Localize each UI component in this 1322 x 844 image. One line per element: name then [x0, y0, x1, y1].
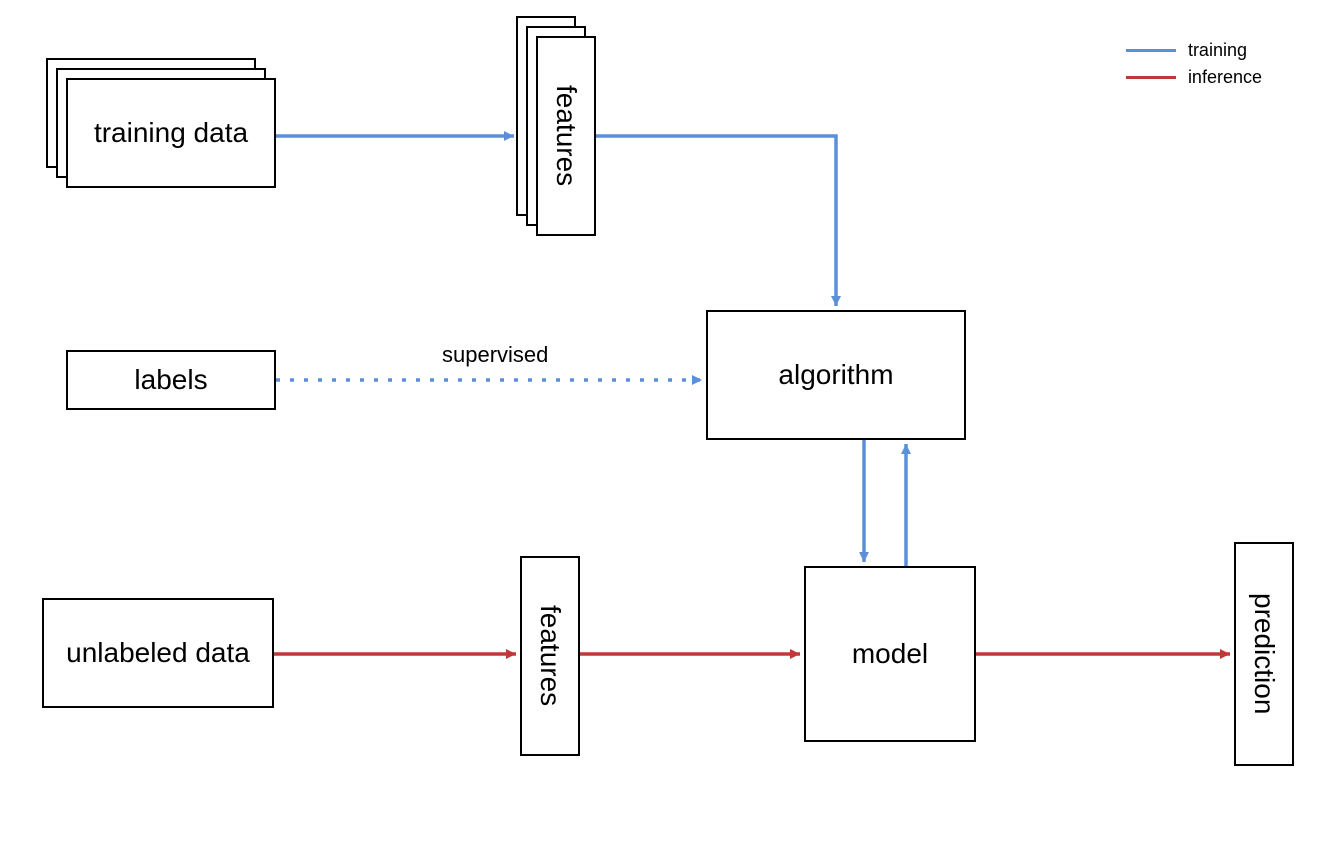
arrow-features-algorithm — [596, 136, 836, 306]
prediction-label: prediction — [1247, 593, 1281, 714]
algorithm-box: algorithm — [706, 310, 966, 440]
legend-row-inference: inference — [1126, 67, 1262, 88]
model-box: model — [804, 566, 976, 742]
legend-line-inference — [1126, 76, 1176, 79]
labels-box: labels — [66, 350, 276, 410]
model-label: model — [852, 637, 928, 671]
features-top-box: features — [536, 36, 596, 236]
labels-label: labels — [134, 363, 207, 397]
legend-label-training: training — [1188, 40, 1247, 61]
training-data-label: training data — [94, 116, 248, 150]
features-bottom-label: features — [533, 605, 567, 706]
unlabeled-data-label: unlabeled data — [66, 636, 250, 670]
legend: training inference — [1126, 40, 1262, 94]
features-top-label: features — [549, 85, 583, 186]
unlabeled-data-box: unlabeled data — [42, 598, 274, 708]
features-bottom-box: features — [520, 556, 580, 756]
supervised-edge-label: supervised — [442, 342, 548, 368]
legend-label-inference: inference — [1188, 67, 1262, 88]
training-data-box: training data — [66, 78, 276, 188]
prediction-box: prediction — [1234, 542, 1294, 766]
legend-row-training: training — [1126, 40, 1262, 61]
algorithm-label: algorithm — [778, 358, 893, 392]
legend-line-training — [1126, 49, 1176, 52]
